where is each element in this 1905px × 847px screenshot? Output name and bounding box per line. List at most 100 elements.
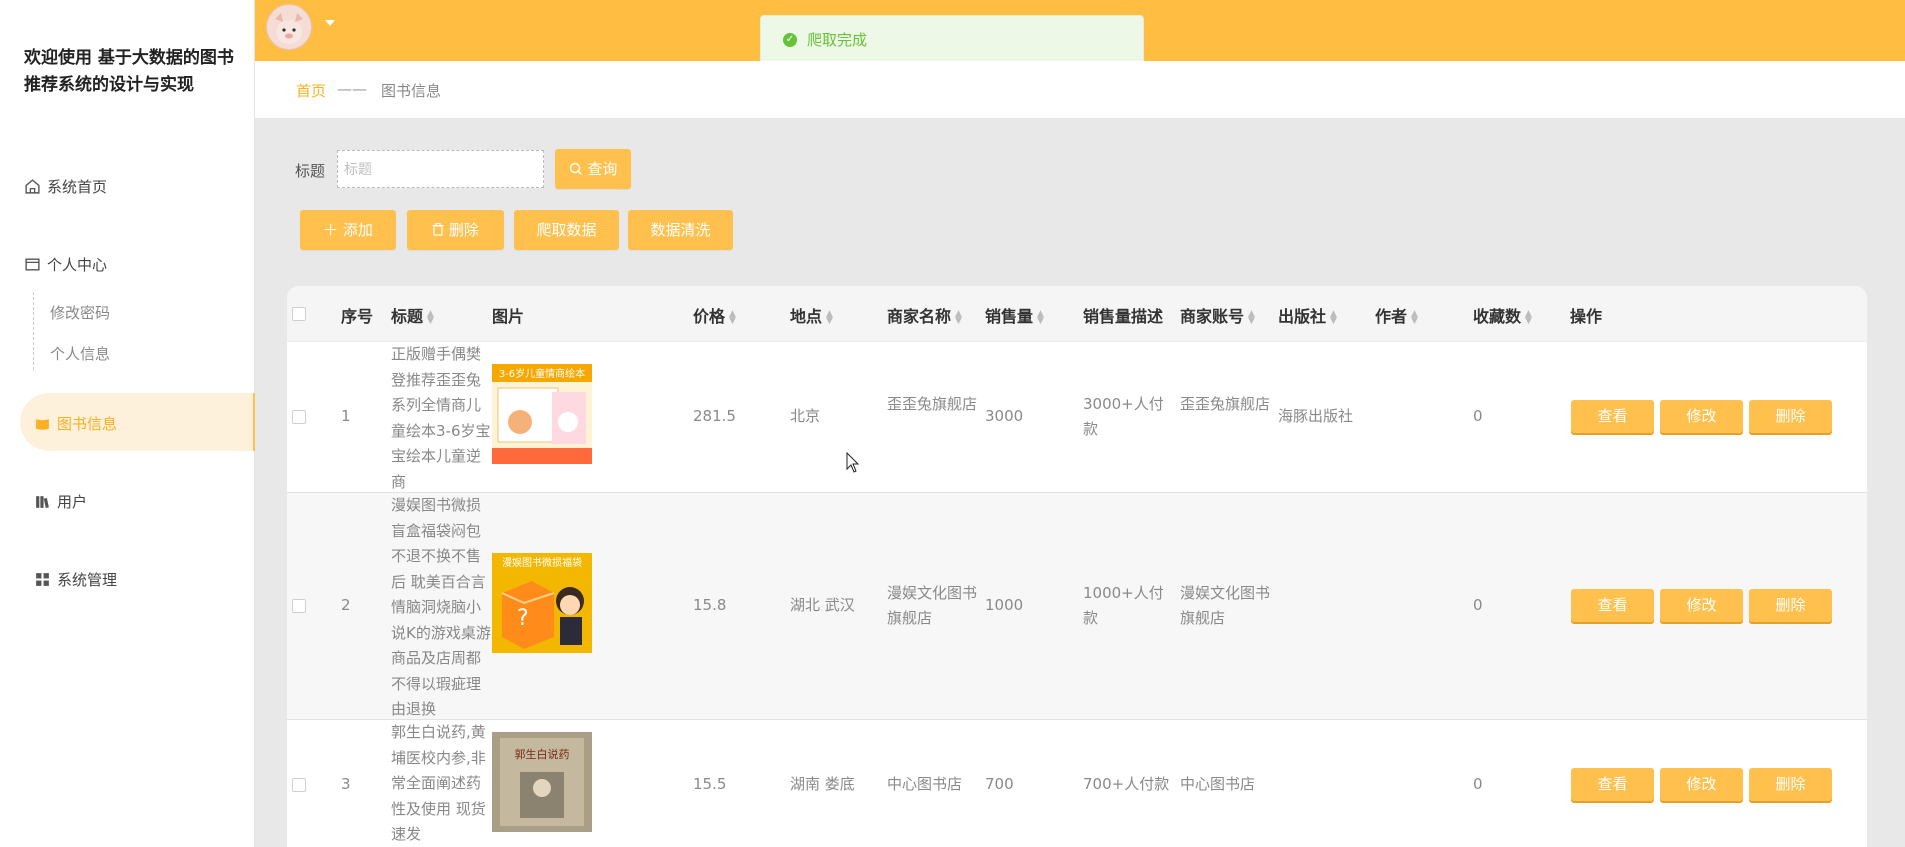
- sort-icon[interactable]: ▲ ▼: [1411, 309, 1418, 325]
- col-sales[interactable]: 销售量 ▲ ▼: [985, 303, 1044, 327]
- row-checkbox[interactable]: [292, 599, 306, 613]
- profile-icon: [25, 258, 40, 271]
- sidebar-item-label: 图书信息: [57, 415, 118, 433]
- edit-button[interactable]: 修改: [1660, 768, 1743, 801]
- table-row: 2 漫娱图书微损盲盒福袋闷包不退不换不售后 耽美百合言情脑洞烧脑小说K的游戏桌游…: [287, 493, 1867, 720]
- col-publisher-label: 出版社: [1278, 307, 1327, 326]
- plus-icon: ＋: [323, 221, 339, 239]
- cell-title: 郭生白说药,黄埔医校内参,非常全面阐述药性及使用 现货速发: [391, 723, 486, 843]
- avatar[interactable]: [266, 4, 312, 50]
- col-title[interactable]: 标题 ▲ ▼: [391, 303, 434, 327]
- cover-caption: 3-6岁儿童情商绘本: [499, 367, 585, 380]
- cell-price: 15.8: [693, 596, 727, 614]
- grid-icon: [36, 573, 49, 586]
- edit-button[interactable]: 修改: [1660, 589, 1743, 622]
- data-clean-button[interactable]: 数据清洗: [628, 210, 733, 250]
- sidebar-item-personal-center[interactable]: 个人中心: [24, 254, 107, 275]
- title-search-input[interactable]: [337, 150, 544, 188]
- breadcrumb: [255, 61, 1905, 119]
- breadcrumb-current: 图书信息: [381, 82, 442, 100]
- col-merchant-label: 商家名称: [887, 307, 952, 326]
- table-row: 3 郭生白说药,黄埔医校内参,非常全面阐述药性及使用 现货速发 郭生白说药 15…: [287, 720, 1867, 847]
- breadcrumb-home[interactable]: 首页: [296, 80, 326, 101]
- cell-merchant: 歪歪兔旗舰店: [887, 395, 978, 413]
- cell-price: 281.5: [693, 407, 736, 425]
- view-button[interactable]: 查看: [1571, 589, 1654, 622]
- sidebar-item-personal-info[interactable]: 个人信息: [50, 343, 110, 364]
- col-image: 图片: [492, 307, 525, 326]
- cell-location: 湖南 娄底: [790, 775, 855, 793]
- cell-title: 漫娱图书微损盲盒福袋闷包不退不换不售后 耽美百合言情脑洞烧脑小说K的游戏桌游 商…: [391, 496, 491, 718]
- query-button-label: 查询: [587, 160, 618, 178]
- cover-art: 漫娱图书微损福袋 ?: [492, 553, 592, 653]
- delete-button[interactable]: 删除: [1749, 768, 1832, 801]
- col-price[interactable]: 价格 ▲ ▼: [693, 303, 736, 327]
- cell-sales: 700: [985, 775, 1014, 793]
- row-checkbox[interactable]: [292, 778, 306, 792]
- crawl-data-button[interactable]: 爬取数据: [514, 210, 619, 250]
- add-button[interactable]: ＋ 添加: [300, 210, 396, 250]
- table-header: 序号 标题 ▲ ▼ 图片 价格 ▲ ▼ 地点 ▲ ▼ 商家名称 ▲ ▼ 销售量 ▲ ▼ 销售量描述 …: [287, 286, 1867, 342]
- user-icon: [36, 496, 49, 508]
- delete-button[interactable]: 删除: [1749, 589, 1832, 622]
- col-author[interactable]: 作者 ▲ ▼: [1375, 303, 1418, 327]
- sidebar-item-users[interactable]: 用户: [34, 491, 87, 512]
- toast-text: 爬取完成: [807, 31, 868, 49]
- sidebar: 欢迎使用 基于大数据的图书推荐系统的设计与实现 系统首页 个人中心 修改密码 个…: [0, 0, 255, 847]
- cell-account: 中心图书店: [1180, 775, 1256, 793]
- cell-sales-desc: 1000+人付款: [1083, 584, 1164, 627]
- book-cover-image[interactable]: 3-6岁儿童情商绘本: [492, 364, 592, 464]
- query-button[interactable]: 查询: [555, 149, 631, 189]
- row-checkbox[interactable]: [292, 410, 306, 424]
- col-sales-desc[interactable]: 销售量描述: [1083, 303, 1163, 327]
- success-check-icon: ✓: [783, 32, 797, 47]
- delete-button-label: 删除: [448, 221, 479, 239]
- cell-index: 3: [341, 775, 351, 793]
- col-location-label: 地点: [790, 307, 823, 326]
- view-button[interactable]: 查看: [1571, 400, 1654, 433]
- cell-favorites: 0: [1473, 775, 1483, 793]
- sort-icon[interactable]: ▲ ▼: [1330, 309, 1337, 325]
- col-favorites[interactable]: 收藏数 ▲ ▼: [1473, 303, 1532, 327]
- sidebar-item-home[interactable]: 系统首页: [24, 176, 107, 197]
- sort-icon[interactable]: ▲ ▼: [1037, 309, 1044, 325]
- col-author-label: 作者: [1375, 307, 1408, 326]
- avatar-dropdown-icon[interactable]: [325, 20, 335, 26]
- app-title: 欢迎使用 基于大数据的图书推荐系统的设计与实现: [24, 48, 234, 95]
- tree-line: [33, 292, 35, 370]
- cell-favorites: 0: [1473, 596, 1483, 614]
- edit-button[interactable]: 修改: [1660, 400, 1743, 433]
- col-sales-desc-label: 销售量描述: [1083, 307, 1164, 326]
- sidebar-item-change-password[interactable]: 修改密码: [50, 302, 110, 323]
- col-merchant[interactable]: 商家名称 ▲ ▼: [887, 303, 962, 327]
- cover-art: 3-6岁儿童情商绘本: [492, 364, 592, 464]
- cell-price: 15.5: [693, 775, 727, 793]
- col-title-label: 标题: [391, 307, 424, 326]
- sort-icon[interactable]: ▲ ▼: [729, 309, 736, 325]
- sort-icon[interactable]: ▲ ▼: [1525, 309, 1532, 325]
- delete-button[interactable]: 删除: [1749, 400, 1832, 433]
- sort-icon[interactable]: ▲ ▼: [826, 309, 833, 325]
- col-account[interactable]: 商家账号 ▲ ▼: [1180, 303, 1255, 327]
- sidebar-item-book-info[interactable]: 图书信息: [34, 413, 117, 434]
- book-cover-image[interactable]: 漫娱图书微损福袋 ?: [492, 553, 592, 653]
- col-location[interactable]: 地点 ▲ ▼: [790, 303, 833, 327]
- sort-icon[interactable]: ▲ ▼: [427, 309, 434, 325]
- col-actions: 操作: [1570, 307, 1603, 326]
- cover-caption: 漫娱图书微损福袋: [502, 556, 582, 569]
- sort-icon[interactable]: ▲ ▼: [1248, 309, 1255, 325]
- book-cover-image[interactable]: 郭生白说药: [492, 732, 592, 832]
- sidebar-item-system-management[interactable]: 系统管理: [34, 569, 117, 590]
- cell-sales-desc: 3000+人付款: [1083, 395, 1164, 438]
- sidebar-item-label: 系统管理: [57, 571, 118, 589]
- book-icon: [36, 419, 49, 430]
- cell-sales: 3000: [985, 407, 1024, 425]
- batch-delete-button[interactable]: 删除: [407, 210, 504, 250]
- home-icon: [25, 179, 40, 194]
- sort-icon[interactable]: ▲ ▼: [955, 309, 962, 325]
- view-button[interactable]: 查看: [1571, 768, 1654, 801]
- select-all-checkbox[interactable]: [292, 307, 306, 321]
- book-table: 序号 标题 ▲ ▼ 图片 价格 ▲ ▼ 地点 ▲ ▼ 商家名称 ▲ ▼ 销售量 ▲ ▼ 销售量描述 …: [287, 286, 1867, 847]
- col-publisher[interactable]: 出版社 ▲ ▼: [1278, 303, 1337, 327]
- cell-index: 2: [341, 596, 351, 614]
